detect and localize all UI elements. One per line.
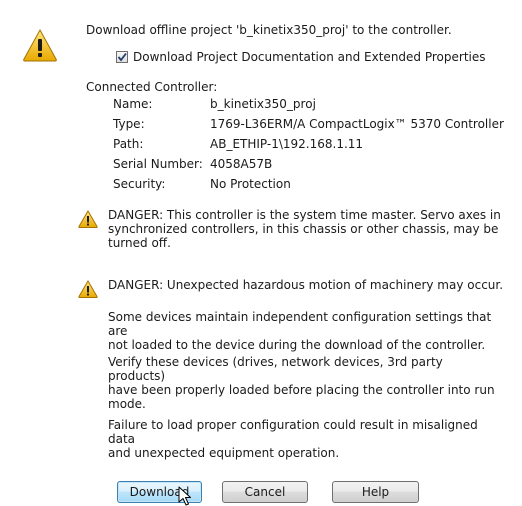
danger-warning-icon	[78, 280, 98, 298]
verify-devices-text: Verify these devices (drives, network de…	[108, 355, 495, 411]
download-message: Download offline project 'b_kinetix350_p…	[86, 23, 452, 37]
field-label-serial-number: Serial Number:	[113, 157, 203, 171]
field-value-type: 1769-L36ERM/A CompactLogix™ 5370 Control…	[210, 117, 504, 131]
field-label-path: Path:	[113, 137, 144, 151]
field-label-security: Security:	[113, 177, 166, 191]
independent-config-text: Some devices maintain independent config…	[108, 310, 492, 352]
field-value-serial-number: 4058A57B	[210, 157, 273, 171]
download-dialog: Download offline project 'b_kinetix350_p…	[0, 0, 522, 506]
download-documentation-label[interactable]: Download Project Documentation and Exten…	[133, 50, 486, 64]
danger-time-master-text: DANGER: This controller is the system ti…	[108, 208, 501, 250]
field-value-security: No Protection	[210, 177, 291, 191]
cancel-button[interactable]: Cancel	[222, 481, 308, 503]
download-documentation-checkbox[interactable]	[116, 51, 128, 63]
field-label-name: Name:	[113, 97, 153, 111]
danger-warning-icon	[78, 210, 98, 228]
help-button[interactable]: Help	[332, 481, 419, 503]
connected-controller-title: Connected Controller:	[86, 80, 218, 94]
danger-hazardous-motion-text: DANGER: Unexpected hazardous motion of m…	[108, 278, 504, 292]
failure-warning-text: Failure to load proper configuration cou…	[108, 418, 478, 460]
warning-triangle-icon	[23, 28, 57, 62]
field-label-type: Type:	[113, 117, 145, 131]
field-value-path: AB_ETHIP-1\192.168.1.11	[210, 137, 364, 151]
checkmark-icon	[117, 52, 127, 62]
field-value-name: b_kinetix350_proj	[210, 97, 316, 111]
mouse-pointer-icon	[178, 486, 191, 506]
